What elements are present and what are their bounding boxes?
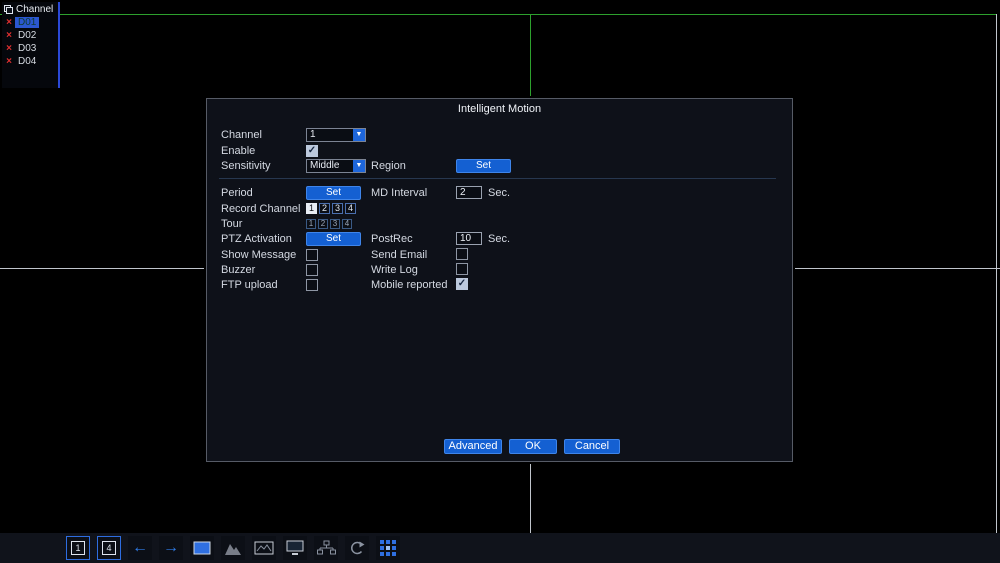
display-button[interactable] bbox=[190, 536, 214, 560]
grid-icon bbox=[380, 540, 396, 556]
write-log-checkbox[interactable] bbox=[456, 263, 468, 275]
cancel-button[interactable]: Cancel bbox=[564, 439, 620, 454]
status-x-icon: × bbox=[6, 56, 12, 67]
md-interval-label: MD Interval bbox=[371, 187, 428, 199]
mobile-reported-label: Mobile reported bbox=[371, 279, 448, 291]
postrec-input[interactable] bbox=[456, 232, 482, 245]
toolbar: 1 4 ← → bbox=[0, 533, 1000, 563]
chevron-down-icon[interactable]: ▼ bbox=[353, 129, 365, 141]
display-icon bbox=[193, 541, 211, 555]
chevron-down-icon[interactable]: ▼ bbox=[353, 160, 365, 172]
channel-select[interactable]: 1 ▼ bbox=[306, 128, 366, 142]
channel-panel-title: Channel bbox=[16, 4, 54, 15]
show-message-label: Show Message bbox=[221, 249, 297, 261]
ftp-upload-checkbox[interactable] bbox=[306, 279, 318, 291]
send-email-checkbox[interactable] bbox=[456, 248, 468, 260]
channel-item-label: D04 bbox=[18, 56, 37, 67]
buzzer-checkbox[interactable] bbox=[306, 264, 318, 276]
enable-checkbox[interactable] bbox=[306, 145, 318, 157]
record-channel-1[interactable]: 1 bbox=[306, 203, 317, 214]
region-label: Region bbox=[371, 160, 406, 172]
ftp-upload-label: FTP upload bbox=[221, 279, 278, 291]
next-channel-button[interactable]: → bbox=[159, 536, 183, 560]
record-channel-3[interactable]: 3 bbox=[332, 203, 343, 214]
prev-channel-button[interactable]: ← bbox=[128, 536, 152, 560]
single-view-icon: 1 bbox=[71, 541, 85, 555]
ptz-icon bbox=[225, 544, 241, 555]
status-x-icon: × bbox=[6, 30, 12, 41]
sensitivity-select[interactable]: Middle ▼ bbox=[306, 159, 366, 173]
channel-item-label: D02 bbox=[18, 30, 37, 41]
playback-icon bbox=[254, 541, 274, 555]
channel-item-d01[interactable]: × D01 bbox=[4, 16, 58, 29]
single-view-button[interactable]: 1 bbox=[66, 536, 90, 560]
period-set-button[interactable]: Set bbox=[306, 186, 361, 200]
mobile-reported-checkbox[interactable] bbox=[456, 278, 468, 290]
channel-item-d03[interactable]: × D03 bbox=[4, 42, 58, 55]
left-arrow-icon: ← bbox=[132, 539, 148, 556]
channel-label: Channel bbox=[221, 129, 262, 141]
tour-channel-1[interactable]: 1 bbox=[306, 219, 316, 229]
quad-view-icon: 4 bbox=[102, 541, 116, 555]
tour-channel-4[interactable]: 4 bbox=[342, 219, 352, 229]
network-icon bbox=[317, 540, 336, 555]
show-message-checkbox[interactable] bbox=[306, 249, 318, 261]
right-arrow-icon: → bbox=[163, 539, 179, 556]
ok-button[interactable]: OK bbox=[509, 439, 557, 454]
status-x-icon: × bbox=[6, 17, 12, 28]
grid-line-right bbox=[996, 14, 997, 533]
md-interval-unit: Sec. bbox=[488, 187, 511, 199]
postrec-label: PostRec bbox=[371, 233, 413, 245]
ptz-button[interactable] bbox=[221, 536, 245, 560]
sensitivity-select-value: Middle bbox=[310, 160, 340, 171]
tour-channel-3[interactable]: 3 bbox=[330, 219, 340, 229]
channel-panel: Channel × D01 × D02 × D03 × D04 bbox=[2, 2, 60, 88]
ptz-activation-label: PTZ Activation bbox=[221, 233, 292, 245]
region-set-button[interactable]: Set bbox=[456, 159, 511, 173]
multi-view-button[interactable] bbox=[376, 536, 400, 560]
enable-label: Enable bbox=[221, 145, 256, 157]
rotate-button[interactable] bbox=[345, 536, 369, 560]
monitor-icon bbox=[286, 540, 304, 555]
record-channel-2[interactable]: 2 bbox=[319, 203, 330, 214]
window-icon bbox=[4, 5, 13, 14]
network-button[interactable] bbox=[314, 536, 338, 560]
send-email-label: Send Email bbox=[371, 249, 428, 261]
status-x-icon: × bbox=[6, 43, 12, 54]
channel-panel-header: Channel bbox=[4, 3, 58, 16]
quad-view-button[interactable]: 4 bbox=[97, 536, 121, 560]
dialog-title: Intelligent Motion bbox=[457, 103, 542, 115]
md-interval-input[interactable] bbox=[456, 186, 482, 199]
tour-channel-2[interactable]: 2 bbox=[318, 219, 328, 229]
screen-button[interactable] bbox=[283, 536, 307, 560]
sensitivity-label: Sensitivity bbox=[221, 160, 271, 172]
postrec-unit: Sec. bbox=[488, 233, 511, 245]
channel-item-d04[interactable]: × D04 bbox=[4, 55, 58, 68]
dvr-screen: Channel × D01 × D02 × D03 × D04 Intellig… bbox=[0, 0, 1000, 563]
intelligent-motion-dialog: Intelligent Motion Channel 1 ▼ Enable Se… bbox=[206, 98, 793, 462]
advanced-button[interactable]: Advanced bbox=[444, 439, 502, 454]
channel-item-label: D03 bbox=[18, 43, 37, 54]
channel-select-value: 1 bbox=[310, 129, 316, 140]
channel-item-d02[interactable]: × D02 bbox=[4, 29, 58, 42]
write-log-label: Write Log bbox=[371, 264, 418, 276]
ptz-set-button[interactable]: Set bbox=[306, 232, 361, 246]
divider bbox=[219, 178, 776, 179]
tour-label: Tour bbox=[221, 218, 243, 230]
playback-button[interactable] bbox=[252, 536, 276, 560]
record-channel-4[interactable]: 4 bbox=[345, 203, 356, 214]
period-label: Period bbox=[221, 187, 253, 199]
grid-line-top bbox=[0, 14, 996, 15]
rotate-icon bbox=[351, 541, 365, 555]
buzzer-label: Buzzer bbox=[221, 264, 256, 276]
record-channel-label: Record Channel bbox=[221, 203, 301, 215]
channel-item-label: D01 bbox=[15, 17, 40, 28]
